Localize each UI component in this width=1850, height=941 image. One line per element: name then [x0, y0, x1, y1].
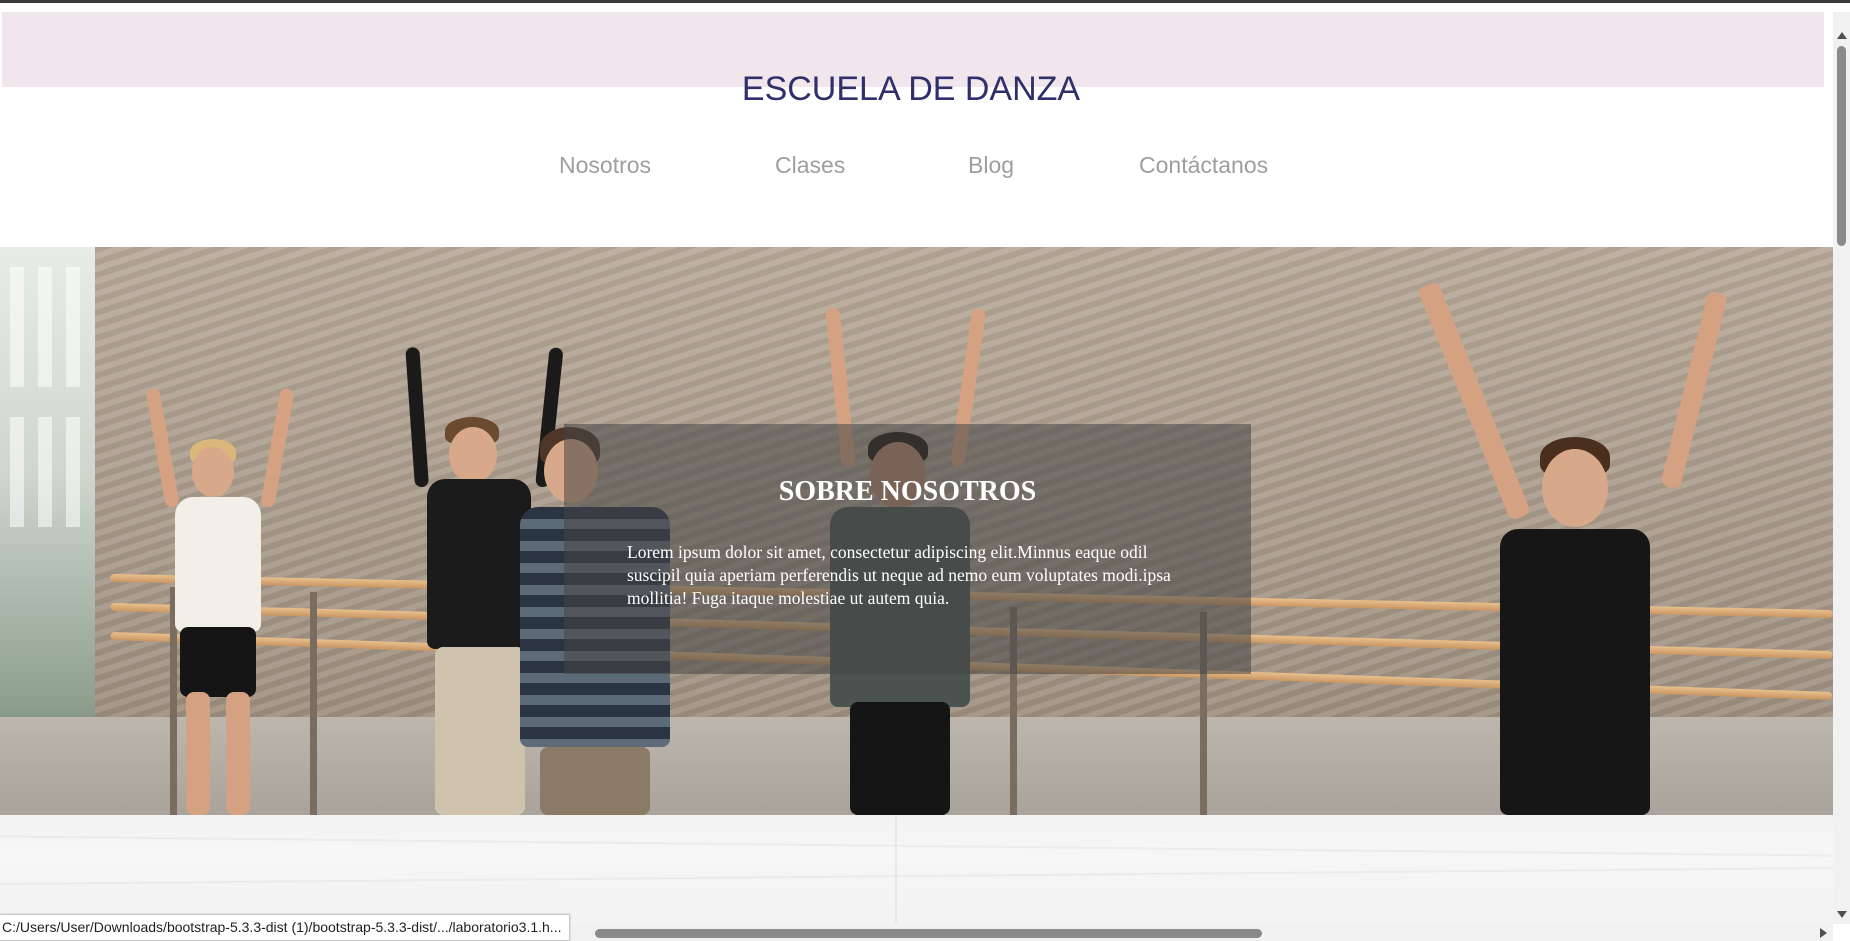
about-text: Lorem ipsum dolor sit amet, consectetur … [627, 542, 1171, 608]
about-title: SOBRE NOSOTROS [778, 476, 1037, 507]
browser-viewport: ESCUELA DE DANZA Nosotros Clases Blog Co… [0, 0, 1850, 941]
scroll-right-arrow-icon[interactable] [1820, 928, 1827, 938]
window-top-border [0, 0, 1850, 3]
barre-post [310, 592, 317, 815]
nav-link-nosotros[interactable]: Nosotros [559, 152, 651, 179]
vertical-scrollbar[interactable] [1833, 12, 1850, 924]
nav-link-clases[interactable]: Clases [775, 152, 845, 179]
vertical-scroll-thumb[interactable] [1837, 46, 1846, 246]
nav-link-blog[interactable]: Blog [968, 152, 1014, 179]
hero-section: SOBRE NOSOTROS Lorem ipsum dolor sit ame… [0, 247, 1833, 815]
horizontal-scroll-thumb[interactable] [595, 929, 1262, 938]
about-card: SOBRE NOSOTROS Lorem ipsum dolor sit ame… [564, 424, 1251, 674]
site-title: ESCUELA DE DANZA [741, 70, 1081, 108]
nav-link-contactanos[interactable]: Contáctanos [1139, 152, 1268, 179]
dancer [1417, 267, 1729, 815]
scroll-down-arrow-icon[interactable] [1837, 911, 1847, 918]
main-nav: Nosotros Clases Blog Contáctanos [0, 152, 1822, 188]
scroll-up-arrow-icon[interactable] [1837, 32, 1847, 39]
link-status-bar: C:/Users/User/Downloads/bootstrap-5.3.3-… [0, 914, 571, 941]
dancer [145, 387, 295, 815]
